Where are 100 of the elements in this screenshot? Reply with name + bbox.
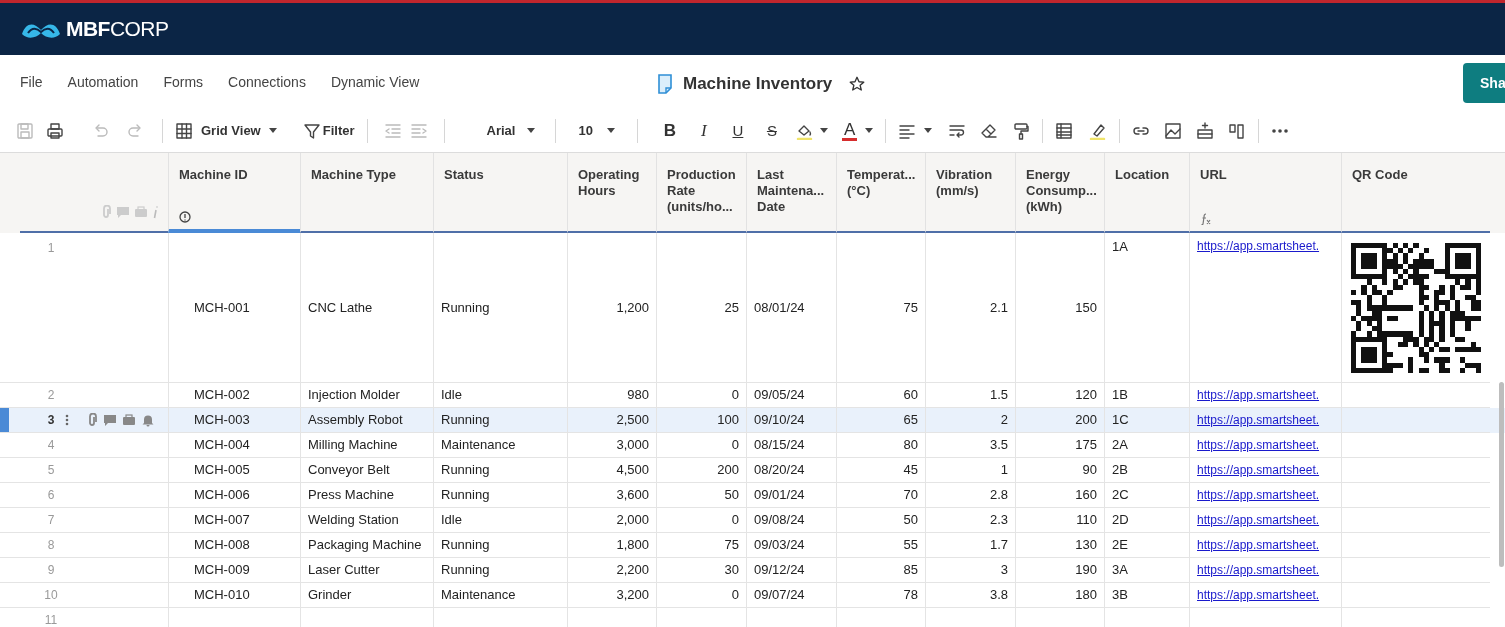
cell-text: 0 bbox=[731, 386, 739, 405]
share-button[interactable]: Sha bbox=[1463, 63, 1505, 103]
url-link[interactable]: https://app.smartsheet. bbox=[1197, 461, 1320, 479]
more-icon[interactable] bbox=[1271, 128, 1290, 134]
logo-text: MBFCORP bbox=[66, 16, 169, 43]
caret-icon[interactable] bbox=[924, 128, 933, 134]
sheet-title: Machine Inventory bbox=[683, 73, 833, 95]
menu-item[interactable]: Forms bbox=[163, 72, 204, 93]
url-link[interactable]: https://app.smartsheet. bbox=[1197, 411, 1320, 429]
insert-row-icon[interactable] bbox=[1196, 122, 1215, 140]
cell-text: 175 bbox=[1075, 436, 1097, 455]
url-link[interactable]: https://app.smartsheet. bbox=[1197, 511, 1320, 529]
column-header[interactable]: URL bbox=[1200, 167, 1331, 183]
column-header[interactable]: QR Code bbox=[1352, 167, 1480, 183]
cell-text: 70 bbox=[903, 486, 918, 505]
bell-icon[interactable] bbox=[141, 413, 155, 427]
text-color-button[interactable]: A bbox=[841, 121, 874, 141]
eraser-icon[interactable] bbox=[980, 122, 999, 140]
url-link[interactable]: https://app.smartsheet. bbox=[1197, 586, 1320, 604]
row-number[interactable]: 3 bbox=[40, 411, 62, 429]
cell-text: 3,600 bbox=[616, 486, 649, 505]
cell-text: 150 bbox=[1075, 298, 1097, 317]
cell-text: 1,800 bbox=[616, 536, 649, 555]
cell-text: 09/08/24 bbox=[754, 511, 805, 530]
caret-icon[interactable] bbox=[865, 128, 874, 134]
caret-icon[interactable] bbox=[527, 128, 536, 134]
cell-text: 200 bbox=[717, 461, 739, 480]
formula-icon bbox=[1200, 213, 1212, 225]
columns-icon[interactable] bbox=[1228, 122, 1247, 140]
cell-text: 2 bbox=[1000, 411, 1008, 430]
underline-button[interactable]: U bbox=[725, 119, 750, 143]
paint-roller-icon[interactable] bbox=[1012, 122, 1031, 140]
column-header[interactable]: Production Rate (units/ho... bbox=[667, 167, 736, 215]
column-header[interactable]: Status bbox=[444, 167, 557, 183]
url-link[interactable]: https://app.smartsheet. bbox=[1197, 486, 1320, 504]
cell-text: Idle bbox=[441, 386, 462, 405]
print-icon[interactable] bbox=[46, 122, 64, 140]
column-header[interactable]: Temperat... (°C) bbox=[847, 167, 915, 199]
strikethrough-button[interactable]: S bbox=[759, 119, 784, 143]
cell-text: 2.8 bbox=[989, 486, 1008, 505]
cell-text: 2B bbox=[1112, 461, 1128, 480]
url-link[interactable]: https://app.smartsheet. bbox=[1197, 536, 1320, 554]
caret-icon[interactable] bbox=[268, 128, 277, 134]
table-icon[interactable] bbox=[1055, 122, 1074, 140]
cell-text: 09/03/24 bbox=[754, 536, 805, 555]
bold-button[interactable]: B bbox=[657, 118, 682, 144]
filter-button[interactable]: Filter bbox=[302, 121, 355, 141]
cell-text: MCH-001 bbox=[194, 298, 250, 317]
star-icon[interactable] bbox=[848, 74, 867, 93]
cell-text: MCH-009 bbox=[194, 561, 250, 580]
menu-item[interactable]: Connections bbox=[228, 72, 306, 93]
cell-text: 110 bbox=[1076, 511, 1097, 530]
comment-icon[interactable] bbox=[103, 413, 117, 427]
column-header[interactable]: Machine Type bbox=[311, 167, 423, 183]
filter-icon[interactable] bbox=[302, 122, 321, 140]
cell-text: 3 bbox=[1000, 561, 1008, 580]
menu-item[interactable]: File bbox=[20, 72, 43, 93]
column-header[interactable]: Energy Consump... (kWh) bbox=[1026, 167, 1094, 215]
cell-text: 60 bbox=[903, 386, 918, 405]
align-left-icon[interactable] bbox=[898, 122, 917, 140]
cell-text: 1,200 bbox=[616, 298, 649, 317]
wrap-text-icon[interactable] bbox=[948, 122, 967, 140]
cell-text: Maintenance bbox=[441, 436, 516, 455]
cell-text: Welding Station bbox=[308, 511, 399, 530]
grid-icon[interactable] bbox=[175, 122, 193, 140]
cell-text: 0 bbox=[731, 586, 739, 605]
column-header[interactable]: Location bbox=[1115, 167, 1179, 183]
cell-text: 65 bbox=[903, 411, 918, 430]
url-link[interactable]: https://app.smartsheet. bbox=[1197, 237, 1320, 255]
highlighter-icon[interactable] bbox=[1089, 122, 1108, 140]
caret-icon[interactable] bbox=[819, 128, 828, 134]
column-header[interactable]: Machine ID bbox=[179, 167, 290, 183]
attachment-icon[interactable] bbox=[86, 413, 98, 427]
font-size-dropdown[interactable]: 10 bbox=[578, 121, 615, 141]
cell-text: 3A bbox=[1112, 561, 1128, 580]
url-link[interactable]: https://app.smartsheet. bbox=[1197, 436, 1320, 454]
caret-icon[interactable] bbox=[606, 128, 615, 134]
table-row[interactable]: 3 MCH-003 Assembly Robot Running 2,500 100 09/10/24 65 2 200 1C https://app.smartsheet. bbox=[0, 408, 1505, 433]
grid-view-dropdown[interactable]: Grid View bbox=[175, 121, 277, 141]
font-dropdown[interactable]: Arial bbox=[486, 121, 536, 141]
column-header[interactable]: Last Maintena... Date bbox=[757, 167, 826, 215]
cell-text: 1C bbox=[1112, 411, 1129, 430]
url-link[interactable]: https://app.smartsheet. bbox=[1197, 561, 1320, 579]
cell-text: 2,000 bbox=[616, 511, 649, 530]
menu-item[interactable]: Automation bbox=[67, 72, 139, 93]
column-header[interactable]: Operating Hours bbox=[578, 167, 646, 199]
menu-item[interactable]: Dynamic View bbox=[330, 72, 420, 93]
url-link[interactable]: https://app.smartsheet. bbox=[1197, 386, 1320, 404]
info-icon[interactable] bbox=[179, 211, 191, 223]
image-icon[interactable] bbox=[1164, 122, 1183, 140]
column-header[interactable]: Vibration (mm/s) bbox=[936, 167, 1005, 199]
row-menu-icon[interactable] bbox=[64, 413, 70, 427]
cell-text: 160 bbox=[1075, 486, 1097, 505]
scrollbar[interactable] bbox=[1499, 382, 1504, 567]
cell-text: 50 bbox=[903, 511, 918, 530]
cell-text: 50 bbox=[724, 486, 739, 505]
cell-text: 08/15/24 bbox=[754, 436, 805, 455]
cell-text: 130 bbox=[1075, 536, 1097, 555]
italic-button[interactable]: I bbox=[691, 118, 716, 144]
cell-text: Injection Molder bbox=[308, 386, 400, 405]
